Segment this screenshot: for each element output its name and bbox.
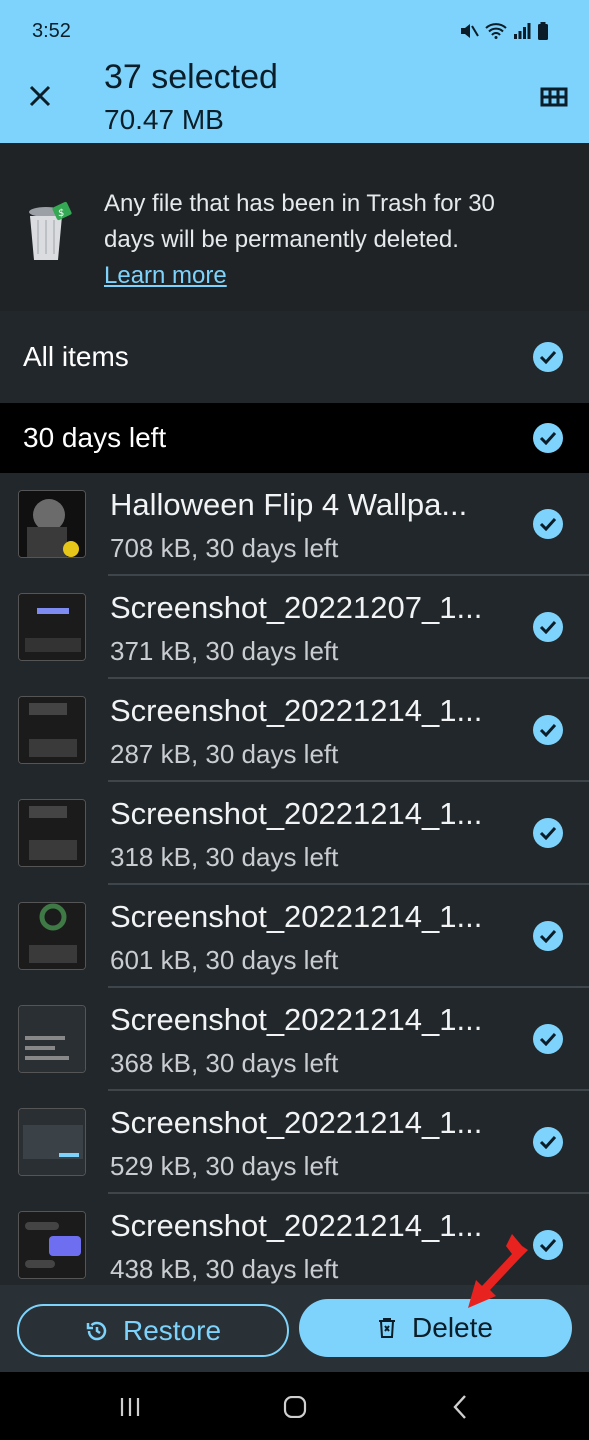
file-name: Screenshot_20221214_1... [110, 899, 483, 934]
check-icon [539, 826, 557, 840]
restore-label: Restore [122, 1314, 222, 1346]
file-thumbnail [18, 902, 86, 970]
check-icon [539, 1135, 557, 1149]
annotation-arrow-icon [468, 1234, 528, 1308]
check-icon [539, 1032, 557, 1046]
file-row[interactable]: Screenshot_20221207_1... 371 kB, 30 days… [0, 576, 589, 679]
days-left-group-row[interactable]: 30 days left [0, 403, 589, 473]
file-row[interactable]: Halloween Flip 4 Wallpa... 708 kB, 30 da… [0, 473, 589, 576]
file-checkbox[interactable] [533, 921, 563, 951]
file-name: Screenshot_20221214_1... [110, 796, 483, 831]
file-row[interactable]: Screenshot_20221214_1... 368 kB, 30 days… [0, 988, 589, 1091]
all-items-checkbox[interactable] [533, 342, 563, 372]
file-row[interactable]: Screenshot_20221214_1... 318 kB, 30 days… [0, 782, 589, 885]
file-checkbox[interactable] [533, 715, 563, 745]
file-name: Screenshot_20221214_1... [110, 693, 483, 728]
file-row[interactable]: Screenshot_20221214_1... 529 kB, 30 days… [0, 1091, 589, 1194]
file-thumbnail [18, 1211, 86, 1279]
home-icon[interactable] [283, 1396, 307, 1418]
file-thumbnail [18, 593, 86, 661]
file-checkbox[interactable] [533, 1230, 563, 1260]
delete-label: Delete [412, 1312, 493, 1343]
trash-info-text: Any file that has been in Trash for 30 d… [104, 186, 524, 294]
file-meta: 318 kB, 30 days left [110, 842, 339, 872]
file-meta: 601 kB, 30 days left [110, 945, 339, 975]
file-name: Screenshot_20221207_1... [110, 590, 483, 625]
all-items-row[interactable]: All items [0, 311, 589, 403]
all-items-label: All items [23, 341, 129, 372]
file-checkbox[interactable] [533, 509, 563, 539]
check-icon [539, 620, 557, 634]
svg-text:$: $ [58, 208, 64, 219]
check-icon [539, 517, 557, 531]
check-icon [539, 1238, 557, 1252]
back-icon[interactable] [452, 1394, 468, 1420]
days-left-group-checkbox[interactable] [533, 423, 563, 453]
file-checkbox[interactable] [533, 818, 563, 848]
recent-apps-icon[interactable] [119, 1396, 141, 1418]
file-checkbox[interactable] [533, 612, 563, 642]
file-meta: 287 kB, 30 days left [110, 739, 339, 769]
file-meta: 371 kB, 30 days left [110, 636, 339, 666]
file-meta: 529 kB, 30 days left [110, 1151, 339, 1181]
restore-button[interactable]: Restore [17, 1304, 289, 1357]
file-meta: 438 kB, 30 days left [110, 1254, 339, 1284]
file-checkbox[interactable] [533, 1024, 563, 1054]
learn-more-link[interactable]: Learn more [104, 262, 227, 289]
app-header: 3:52 37 selected 70.47 MB [0, 0, 589, 143]
file-row[interactable]: Screenshot_20221214_1... 287 kB, 30 days… [0, 679, 589, 782]
delete-bin-icon [379, 1318, 396, 1338]
check-icon [539, 350, 557, 364]
file-meta: 368 kB, 30 days left [110, 1048, 339, 1078]
trash-can-icon: $ [29, 201, 72, 260]
file-name: Screenshot_20221214_1... [110, 1105, 483, 1140]
status-time: 3:52 [32, 20, 71, 42]
file-name: Screenshot_20221214_1... [110, 1208, 483, 1243]
file-thumbnail [18, 490, 86, 558]
grid-view-icon [540, 87, 568, 107]
check-icon [539, 723, 557, 737]
check-icon [539, 431, 557, 445]
mute-icon [461, 24, 479, 38]
file-thumbnail [18, 696, 86, 764]
file-thumbnail [18, 799, 86, 867]
file-checkbox[interactable] [533, 1127, 563, 1157]
file-thumbnail [18, 1005, 86, 1073]
file-thumbnail [18, 1108, 86, 1176]
file-meta: 708 kB, 30 days left [110, 533, 339, 563]
file-list[interactable]: Halloween Flip 4 Wallpa... 708 kB, 30 da… [0, 473, 589, 1285]
system-nav-bar [0, 1372, 589, 1440]
file-row[interactable]: Screenshot_20221214_1... 601 kB, 30 days… [0, 885, 589, 988]
close-icon [29, 85, 51, 107]
close-selection-button[interactable] [24, 80, 56, 112]
selection-size: 70.47 MB [104, 104, 224, 135]
days-left-group-label: 30 days left [23, 422, 167, 453]
check-icon [539, 929, 557, 943]
trash-info-message: Any file that has been in Trash for 30 d… [104, 190, 495, 253]
grid-view-button[interactable] [539, 82, 569, 112]
file-name: Screenshot_20221214_1... [110, 1002, 483, 1037]
signal-icon [514, 23, 531, 39]
file-name: Halloween Flip 4 Wallpa... [110, 487, 468, 522]
battery-icon [538, 22, 548, 40]
wifi-icon [485, 23, 507, 39]
restore-history-icon [86, 1321, 107, 1340]
selection-count: 37 selected [104, 58, 278, 96]
status-icons [459, 22, 549, 40]
